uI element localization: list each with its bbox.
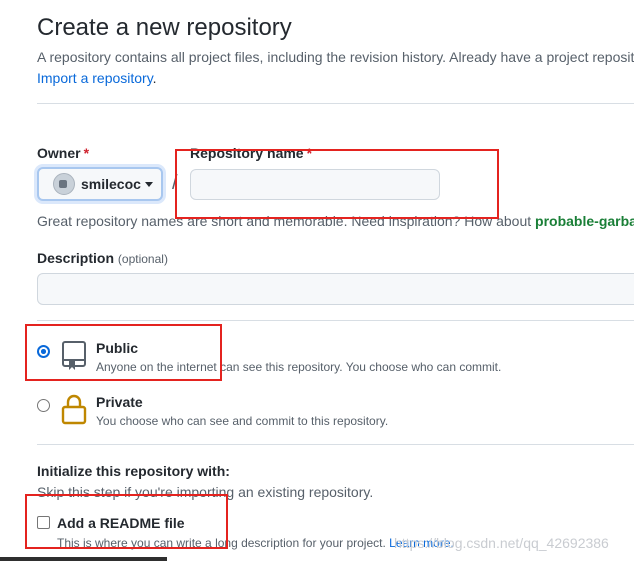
annotation-box-readme <box>25 494 228 549</box>
import-line: Import a repository. <box>37 70 157 86</box>
private-radio[interactable] <box>37 399 50 412</box>
page-title: Create a new repository <box>37 14 292 41</box>
private-option-desc: You choose who can see and commit to thi… <box>96 414 389 428</box>
bottom-edge-bar <box>0 557 167 561</box>
owner-dropdown-button[interactable]: smilecoc <box>37 167 163 201</box>
annotation-box-public <box>25 324 222 381</box>
page-subtitle: A repository contains all project files,… <box>37 49 634 65</box>
owner-label: Owner * <box>37 145 90 161</box>
owner-selected-name: smilecoc <box>81 176 141 192</box>
owner-required-mark: * <box>83 145 90 161</box>
avatar <box>53 173 75 195</box>
private-option-title: Private <box>96 394 143 410</box>
header-divider <box>37 103 634 104</box>
import-suffix: . <box>152 70 157 86</box>
description-label: Description (optional) <box>37 250 168 266</box>
description-input[interactable] <box>37 273 634 305</box>
section-divider-visibility <box>37 320 634 321</box>
description-optional-note: (optional) <box>117 252 168 266</box>
import-repository-link[interactable]: Import a repository <box>37 70 153 86</box>
name-suggestion-link[interactable]: probable-garbar <box>535 213 634 229</box>
initialize-heading: Initialize this repository with: <box>37 463 230 479</box>
annotation-box-repo-name <box>175 149 499 219</box>
section-divider-initialize <box>37 444 634 445</box>
lock-icon <box>61 394 87 425</box>
watermark-text: https://blog.csdn.net/qq_42692386 <box>394 535 609 551</box>
caret-down-icon <box>144 181 153 187</box>
